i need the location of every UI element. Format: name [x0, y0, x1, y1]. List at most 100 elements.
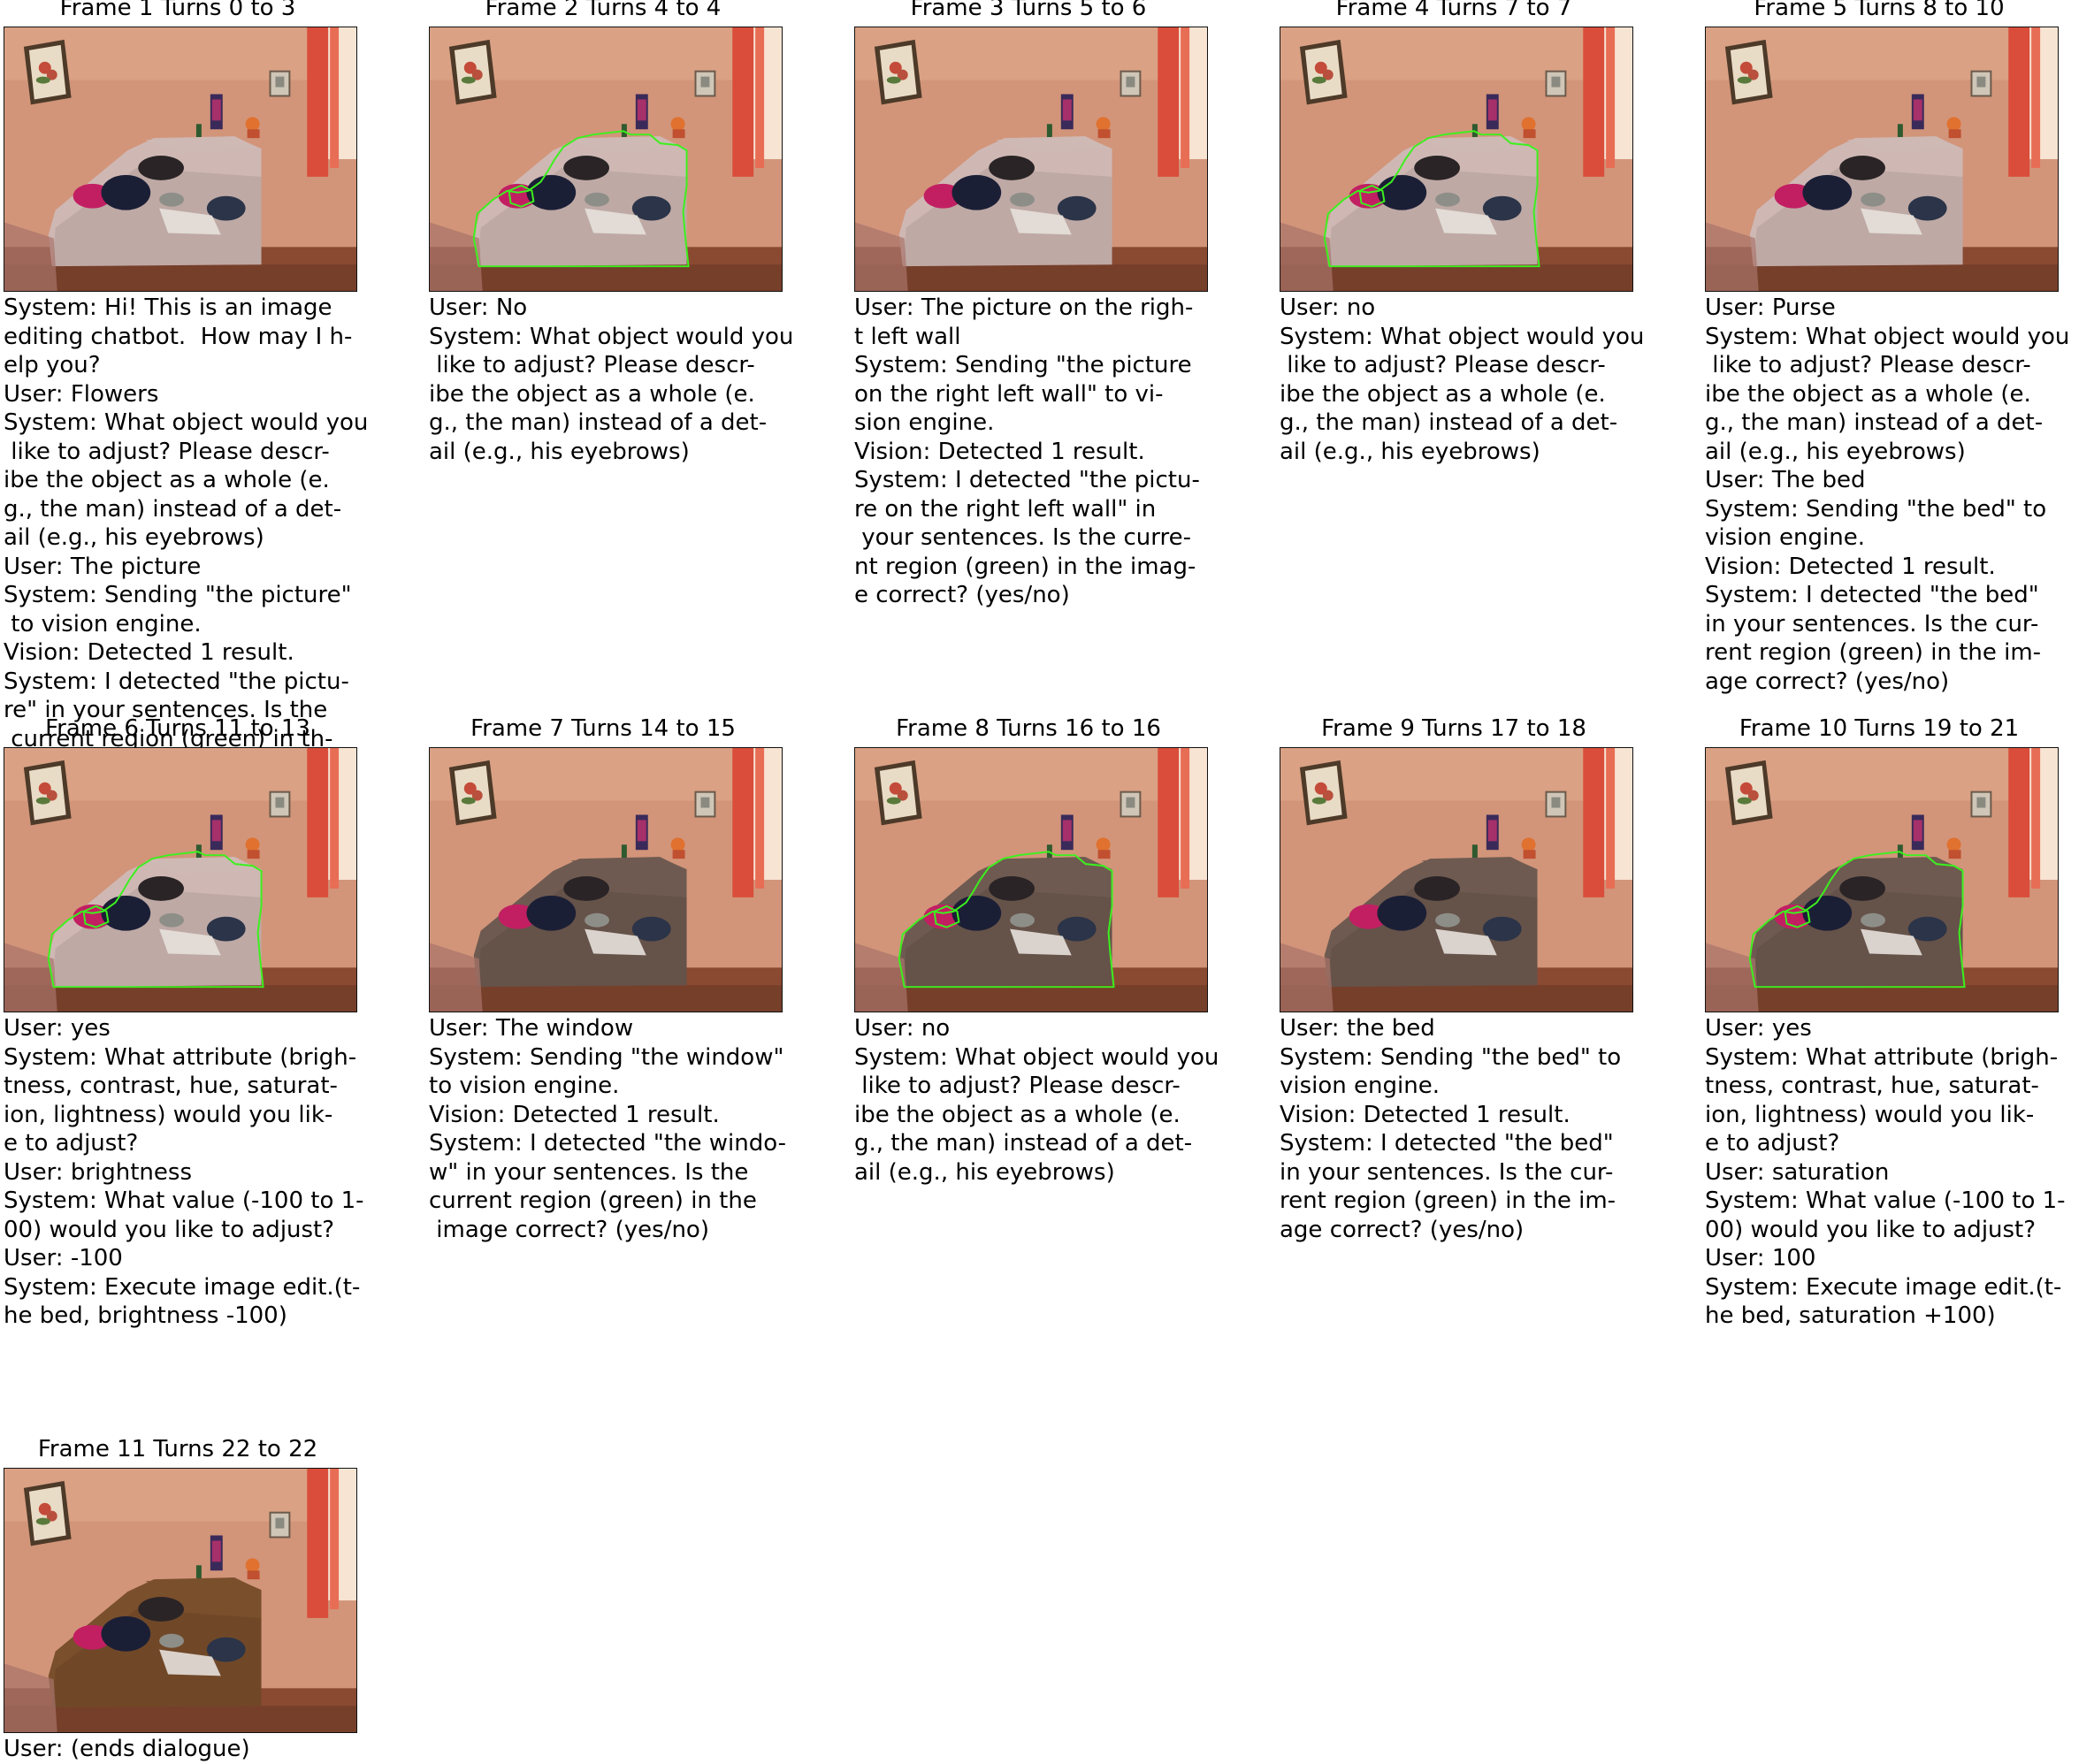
transcript-line: Vision: Detected 1 result. [1705, 553, 1996, 580]
transcript-line: User: -100 [4, 1245, 123, 1271]
transcript-line: e to adjust? [4, 1130, 139, 1157]
bedroom-photo [1280, 27, 1633, 292]
transcript-line: 00) would you like to adjust? [4, 1216, 335, 1243]
transcript-line: like to adjust? Please descr- [4, 438, 330, 465]
transcript-line: System: What object would you [854, 1043, 1219, 1071]
transcript-line: like to adjust? Please descr- [1705, 352, 2031, 378]
transcript-line: he bed, saturation +100) [1705, 1302, 1996, 1329]
frame-title: Frame 7 Turns 14 to 15 [470, 715, 736, 742]
frame-title: Frame 3 Turns 5 to 6 [910, 0, 1147, 21]
transcript-line: System: Sending "the bed" to [1705, 495, 2047, 523]
transcript-line: 00) would you like to adjust? [1705, 1216, 2037, 1243]
dialogue-transcript: System: Hi! This is an image editing chat… [4, 294, 419, 753]
transcript-line: User: Purse [1705, 294, 1836, 321]
frame-title: Frame 2 Turns 4 to 4 [485, 0, 722, 21]
transcript-line: Vision: Detected 1 result. [4, 639, 294, 666]
transcript-line: age correct? (yes/no) [1705, 668, 1950, 695]
transcript-line: User: yes [4, 1015, 111, 1042]
bedroom-photo [854, 27, 1208, 292]
transcript-line: User: The picture on the righ- [854, 294, 1194, 321]
transcript-line: t left wall [854, 323, 961, 350]
dialogue-transcript: User: yes System: What attribute (brigh-t… [4, 1014, 419, 1331]
transcript-line: ail (e.g., his eyebrows) [1705, 438, 1966, 465]
transcript-line: re on the right left wall" in [854, 495, 1157, 523]
frame: Frame 7 Turns 14 to 15 User: The window S… [425, 715, 844, 1410]
transcript-line: User: The bed [1705, 467, 1866, 493]
transcript-line: System: Execute image edit.(t- [1705, 1273, 2062, 1301]
transcript-line: System: I detected "the pictu- [854, 467, 1200, 493]
dialogue-transcript: User: no System: What object would you li… [1280, 294, 1695, 466]
transcript-line: System: Sending "the window" [429, 1043, 784, 1071]
transcript-line: System: Sending "the bed" to [1280, 1043, 1622, 1071]
transcript-line: Vision: Detected 1 result. [1280, 1101, 1570, 1128]
transcript-line: nt region (green) in the imag- [854, 553, 1196, 580]
transcript-line: tness, contrast, hue, saturat- [4, 1073, 338, 1099]
transcript-line: vision engine. [1280, 1073, 1440, 1099]
transcript-line: Vision: Detected 1 result. [429, 1101, 720, 1128]
frame: Frame 1 Turns 0 to 3 System: Hi! This is… [0, 0, 416, 752]
frame-title: Frame 11 Turns 22 to 22 [37, 1436, 318, 1462]
bedroom-photo [429, 27, 783, 292]
transcript-line: User: yes [1705, 1015, 1812, 1042]
transcript-line: User: saturation [1705, 1158, 1890, 1186]
dialogue-transcript: User: The picture on the righ-t left wal… [854, 294, 1270, 610]
transcript-line: ion, lightness) would you lik- [1705, 1101, 2035, 1128]
transcript-line: User: no [1280, 294, 1376, 321]
transcript-line: editing chatbot. How may I h- [4, 323, 353, 350]
transcript-line: System: I detected "the pictu- [4, 668, 349, 695]
frame-title: Frame 10 Turns 19 to 21 [1739, 715, 2020, 742]
transcript-line: rent region (green) in the im- [1280, 1187, 1616, 1214]
transcript-line: g., the man) instead of a det- [854, 1130, 1193, 1157]
transcript-line: User: Flowers [4, 380, 159, 408]
bedroom-photo [1705, 747, 2059, 1012]
transcript-line: rent region (green) in the im- [1705, 639, 2042, 666]
transcript-line: to vision engine. [4, 610, 202, 638]
transcript-line: System: I detected "the bed" [1705, 582, 2039, 608]
transcript-line: User: brightness [4, 1158, 192, 1186]
transcript-line: System: What attribute (brigh- [4, 1043, 357, 1071]
transcript-line: ail (e.g., his eyebrows) [854, 1158, 1115, 1186]
transcript-line: ion, lightness) would you lik- [4, 1101, 333, 1128]
transcript-line: ibe the object as a whole (e. [1280, 380, 1606, 408]
transcript-line: System: Sending "the picture [854, 352, 1192, 378]
transcript-line: image correct? (yes/no) [429, 1216, 709, 1243]
dialogue-transcript: User: no System: What object would you li… [854, 1014, 1270, 1187]
transcript-line: User: the bed [1280, 1015, 1435, 1042]
bedroom-photo [1280, 747, 1633, 1012]
transcript-line: System: Execute image edit.(t- [4, 1273, 361, 1301]
bedroom-photo [429, 747, 783, 1012]
transcript-line: g., the man) instead of a det- [429, 409, 768, 436]
transcript-line: your sentences. Is the curre- [854, 524, 1191, 551]
transcript-line: System: What attribute (brigh- [1705, 1043, 2059, 1071]
transcript-line: System: What object would you [1705, 323, 2070, 350]
frame-title: Frame 5 Turns 8 to 10 [1754, 0, 2005, 21]
dialogue-transcript: User: Purse System: What object would you… [1705, 294, 2094, 696]
frame: Frame 4 Turns 7 to 7 User: no System: Wha… [1276, 0, 1692, 690]
frame: Frame 9 Turns 17 to 18 User: the bed Syst… [1276, 715, 1692, 1410]
transcript-line: vision engine. [1705, 524, 1865, 551]
transcript-line: Vision: Detected 1 result. [854, 438, 1145, 465]
transcript-line: elp you? [4, 352, 101, 378]
frame: Frame 2 Turns 4 to 4 User: No System: Wha… [425, 0, 841, 690]
dialogue-transcript: User: The window System: Sending "the win… [429, 1014, 844, 1244]
transcript-line: g., the man) instead of a det- [4, 495, 342, 523]
frame-title: Frame 4 Turns 7 to 7 [1335, 0, 1572, 21]
transcript-line: User: The picture [4, 553, 202, 580]
transcript-line: ail (e.g., his eyebrows) [429, 438, 690, 465]
bedroom-photo [4, 747, 357, 1012]
bedroom-photo [4, 1468, 357, 1733]
transcript-line: User: no [854, 1015, 951, 1042]
dialogue-transcript: User: yes System: What attribute (brigh-t… [1705, 1014, 2094, 1331]
transcript-line: User: 100 [1705, 1245, 1816, 1271]
transcript-line: in your sentences. Is the cur- [1705, 610, 2039, 638]
transcript-line: ail (e.g., his eyebrows) [1280, 438, 1540, 465]
transcript-line: User: The window [429, 1015, 634, 1042]
transcript-line: ibe the object as a whole (e. [4, 467, 330, 493]
frame-title: Frame 1 Turns 0 to 3 [59, 0, 296, 21]
transcript-line: current region (green) in the [429, 1187, 757, 1214]
bedroom-photo [854, 747, 1208, 1012]
transcript-line: User: (ends dialogue) [4, 1736, 250, 1762]
transcript-line: System: What value (-100 to 1- [1705, 1187, 2066, 1214]
dialogue-transcript: User: (ends dialogue) [4, 1735, 419, 1764]
transcript-line: System: Sending "the picture" [4, 582, 352, 608]
